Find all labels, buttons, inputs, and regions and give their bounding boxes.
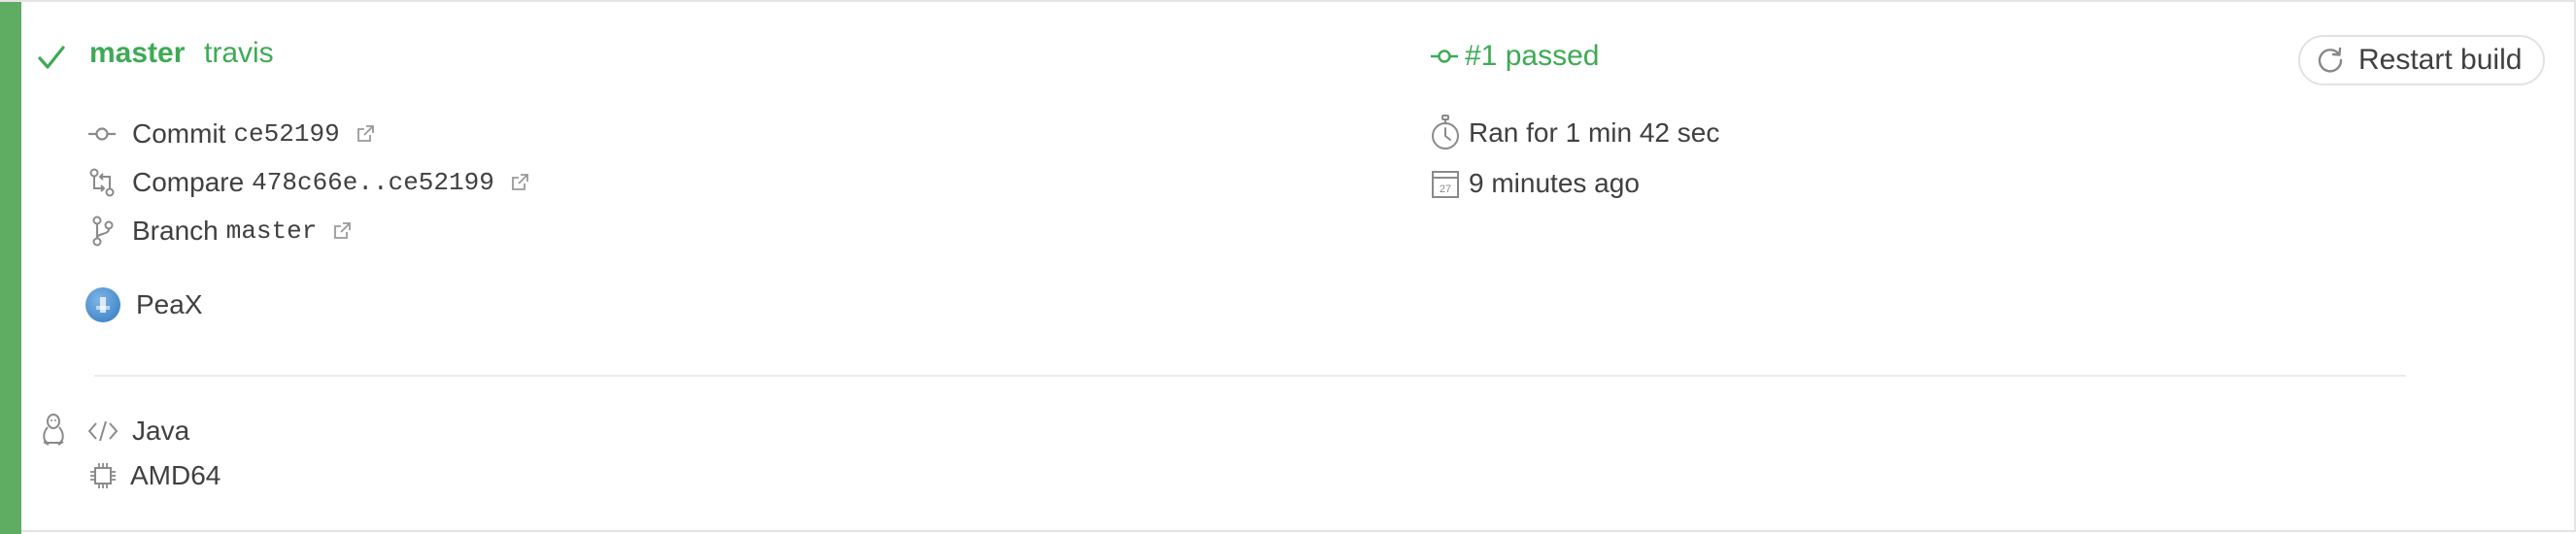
author-row: PeaX xyxy=(85,285,203,324)
build-status[interactable]: #1 passed xyxy=(1430,37,1599,76)
finished-text: 9 minutes ago xyxy=(1469,168,1640,198)
compare-row: Compare 478c66e..ce52199 xyxy=(87,163,529,202)
build-card: master travis #1 passed Restart build Co… xyxy=(0,0,2576,534)
divider xyxy=(94,375,2406,377)
duration-row: Ran for 1 min 42 sec xyxy=(1430,113,1719,153)
author-name: PeaX xyxy=(136,289,203,319)
duration-text: Ran for 1 min 42 sec xyxy=(1469,117,1720,148)
branch-row: Branch master xyxy=(87,212,352,250)
branch-link[interactable]: master xyxy=(89,37,185,70)
compare-link[interactable]: Compare 478c66e..ce52199 xyxy=(132,167,529,198)
code-icon xyxy=(87,419,119,443)
commit-icon xyxy=(87,124,117,144)
compare-icon xyxy=(87,167,117,198)
branch-name: master xyxy=(225,217,318,246)
build-number-status: #1 passed xyxy=(1465,40,1600,72)
compare-label: Compare xyxy=(132,167,245,197)
restart-build-button[interactable]: Restart build xyxy=(2298,35,2545,85)
stopwatch-icon xyxy=(1430,115,1461,151)
finished-row: 27 9 minutes ago xyxy=(1430,163,1640,204)
external-link-icon xyxy=(356,124,375,144)
commit-row: Commit ce52199 xyxy=(87,115,375,153)
compare-range: 478c66e..ce52199 xyxy=(252,168,494,197)
calendar-icon: 27 xyxy=(1430,168,1461,199)
branch-label: Branch xyxy=(132,216,219,246)
arch-row: AMD64 xyxy=(87,456,220,495)
external-link-icon xyxy=(510,173,529,192)
language-row: Java xyxy=(87,412,189,451)
avatar xyxy=(85,287,120,322)
commit-message-link[interactable]: travis xyxy=(204,37,274,70)
commit-label: Commit xyxy=(132,118,226,149)
branch-link-row[interactable]: Branch master xyxy=(132,216,352,247)
check-icon xyxy=(37,43,66,72)
restart-icon xyxy=(2316,46,2345,75)
arch-text: AMD64 xyxy=(130,460,221,490)
status-bar xyxy=(0,2,21,534)
commit-link[interactable]: Commit ce52199 xyxy=(132,118,375,150)
restart-build-label: Restart build xyxy=(2358,44,2523,76)
svg-text:27: 27 xyxy=(1440,184,1451,195)
external-link-icon xyxy=(332,221,352,241)
cpu-icon xyxy=(87,461,119,490)
commit-sha: ce52199 xyxy=(233,119,340,149)
commit-icon xyxy=(1430,47,1459,66)
linux-icon xyxy=(39,412,68,447)
branch-icon xyxy=(87,216,117,247)
language-text: Java xyxy=(132,416,190,446)
